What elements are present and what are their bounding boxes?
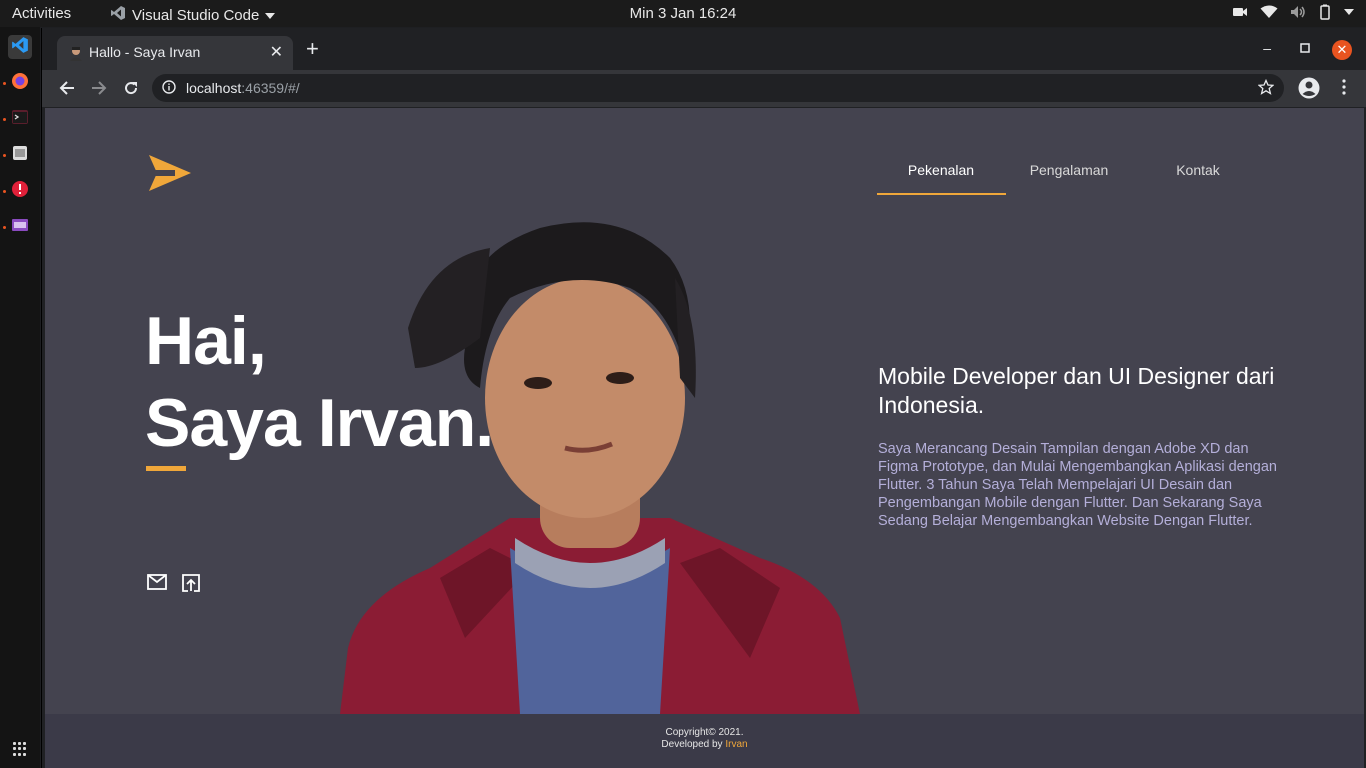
new-tab-button[interactable]: + bbox=[306, 38, 319, 60]
paper-plane-logo-icon[interactable] bbox=[149, 155, 191, 196]
bookmark-star-icon[interactable] bbox=[1257, 78, 1275, 98]
hero-line-2: Saya Irvan. bbox=[145, 385, 494, 461]
nav-active-underline bbox=[877, 193, 1006, 195]
forward-button[interactable] bbox=[89, 78, 109, 98]
url-host: localhost bbox=[186, 80, 242, 96]
profile-photo bbox=[340, 222, 860, 714]
app-grid-icon[interactable] bbox=[13, 742, 27, 756]
app-name: Visual Studio Code bbox=[132, 6, 260, 24]
dock-video[interactable] bbox=[8, 215, 32, 239]
nav-pekenalan[interactable]: Pekenalan bbox=[877, 162, 1005, 178]
minimize-button[interactable]: – bbox=[1263, 40, 1271, 56]
wifi-icon bbox=[1260, 5, 1278, 19]
more-menu-icon[interactable] bbox=[1342, 79, 1346, 100]
back-button[interactable] bbox=[57, 78, 77, 98]
developed-by: Developed by Irvan bbox=[45, 739, 1364, 751]
vscode-icon bbox=[11, 36, 29, 59]
info-icon[interactable] bbox=[162, 80, 176, 97]
files-icon bbox=[11, 144, 29, 167]
tab-title: Hallo - Saya Irvan bbox=[89, 44, 201, 60]
window-close-button[interactable]: ✕ bbox=[1332, 40, 1352, 60]
firefox-icon bbox=[11, 72, 29, 95]
site-nav: Pekenalan Pengalaman Kontak bbox=[877, 155, 1262, 197]
address-bar[interactable]: localhost:46359/#/ bbox=[152, 74, 1284, 102]
url-text: localhost:46359/#/ bbox=[186, 80, 300, 96]
activities-button[interactable]: Activities bbox=[12, 5, 71, 22]
browser-window: Hallo - Saya Irvan ✕ + – ✕ localhost:463… bbox=[41, 28, 1366, 768]
web-page: Pekenalan Pengalaman Kontak Hai, Saya Ir… bbox=[45, 108, 1364, 714]
system-tray[interactable] bbox=[1232, 4, 1354, 20]
video-icon bbox=[11, 216, 29, 239]
url-path: :46359/#/ bbox=[241, 80, 300, 96]
nav-kontak[interactable]: Kontak bbox=[1134, 162, 1262, 178]
open-in-icon[interactable] bbox=[181, 574, 201, 597]
description: Saya Merancang Desain Tampilan dengan Ad… bbox=[878, 441, 1277, 529]
dock-files[interactable] bbox=[8, 143, 32, 167]
profile-icon[interactable] bbox=[1298, 77, 1320, 104]
hero-title: Hai, Saya Irvan. bbox=[145, 300, 494, 464]
dock bbox=[0, 27, 40, 768]
social-links bbox=[147, 574, 201, 597]
dock-vscode[interactable] bbox=[8, 35, 32, 59]
tab-close-icon[interactable]: ✕ bbox=[270, 42, 283, 62]
headline: Mobile Developer dan UI Designer dari In… bbox=[878, 363, 1275, 418]
dock-error-reporter[interactable] bbox=[8, 179, 32, 203]
avatar-favicon-icon bbox=[68, 45, 84, 61]
developed-by-prefix: Developed by bbox=[661, 739, 726, 750]
app-menu[interactable]: Visual Studio Code bbox=[110, 5, 276, 25]
site-footer: Copyright© 2021. Developed by Irvan bbox=[45, 714, 1364, 768]
clock[interactable]: Min 3 Jan 16:24 bbox=[630, 5, 737, 22]
dock-firefox[interactable] bbox=[8, 71, 32, 95]
system-top-bar: Activities Visual Studio Code Min 3 Jan … bbox=[0, 0, 1366, 27]
copyright-text: Copyright© 2021. bbox=[665, 727, 744, 738]
vscode-icon bbox=[110, 5, 126, 25]
browser-tab[interactable]: Hallo - Saya Irvan ✕ bbox=[57, 36, 293, 70]
power-menu-chevron-icon bbox=[1344, 8, 1354, 16]
hero-accent-bar bbox=[146, 466, 186, 471]
browser-toolbar: localhost:46359/#/ bbox=[42, 70, 1366, 107]
battery-icon bbox=[1318, 4, 1332, 20]
volume-icon bbox=[1290, 5, 1306, 19]
nav-pengalaman[interactable]: Pengalaman bbox=[1005, 162, 1133, 178]
terminal-icon bbox=[11, 108, 29, 131]
error-icon bbox=[11, 180, 29, 203]
hero-line-1: Hai, bbox=[145, 303, 267, 379]
dock-terminal[interactable] bbox=[8, 107, 32, 131]
chevron-down-icon bbox=[265, 7, 276, 24]
tab-strip: Hallo - Saya Irvan ✕ + – ✕ bbox=[42, 28, 1366, 70]
camera-icon bbox=[1232, 6, 1248, 18]
reload-button[interactable] bbox=[121, 78, 141, 98]
mail-icon[interactable] bbox=[147, 574, 167, 597]
developer-name-link[interactable]: Irvan bbox=[725, 739, 747, 750]
maximize-button[interactable] bbox=[1300, 40, 1310, 56]
